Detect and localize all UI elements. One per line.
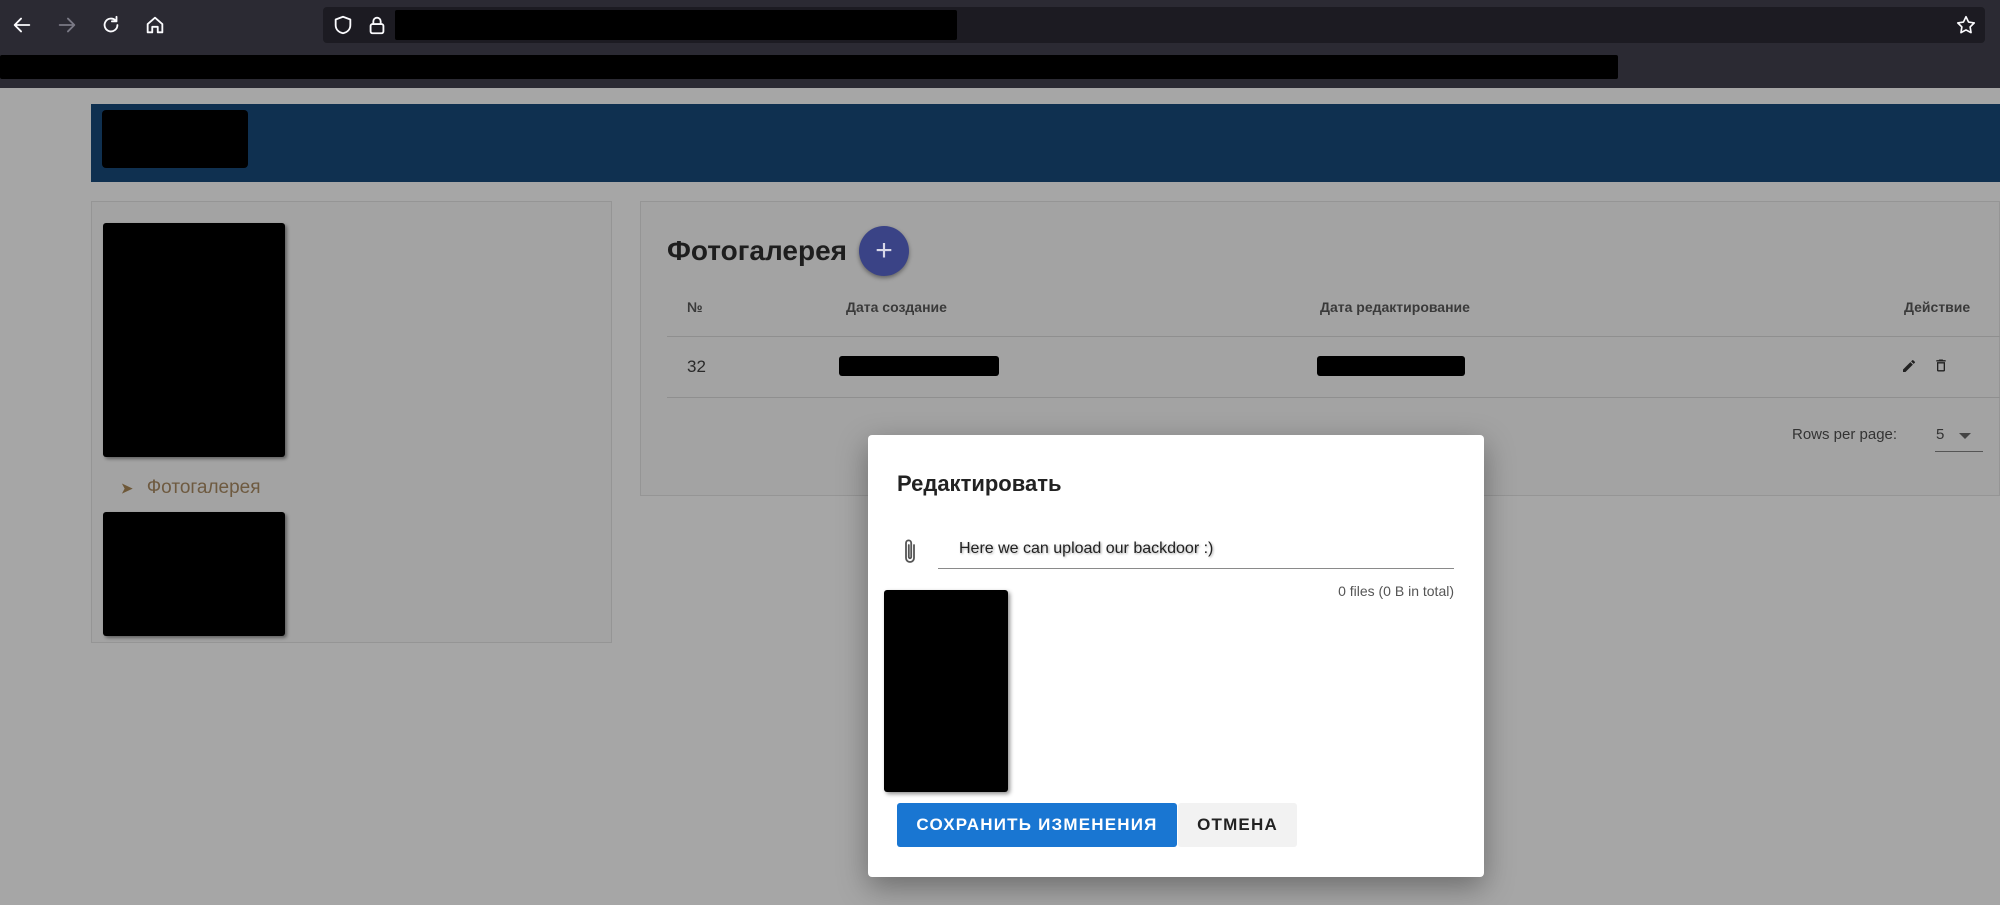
back-arrow-icon xyxy=(13,17,31,33)
logo-redaction xyxy=(102,110,248,168)
reload-icon xyxy=(103,15,119,33)
save-button[interactable]: СОХРАНИТЬ ИЗМЕНЕНИЯ xyxy=(897,803,1177,847)
add-button[interactable]: + xyxy=(859,226,909,276)
site-header xyxy=(91,104,2000,182)
reload-button[interactable] xyxy=(96,10,126,40)
home-icon xyxy=(146,16,164,34)
rows-per-page-select[interactable]: 5 xyxy=(1935,424,1983,452)
created-date-redaction xyxy=(839,356,999,376)
divider xyxy=(667,336,2000,337)
column-header-number: № xyxy=(687,299,703,315)
file-input[interactable]: Here we can upload our backdoor :) xyxy=(938,529,1454,569)
file-input-text: Here we can upload our backdoor :) xyxy=(959,540,1214,557)
rows-per-page-value: 5 xyxy=(1936,426,1945,443)
delete-icon[interactable] xyxy=(1933,357,1949,374)
forward-button[interactable] xyxy=(52,10,82,40)
sidebar-redaction xyxy=(103,223,285,457)
dropdown-arrow-icon xyxy=(1959,433,1971,439)
sidebar-redaction xyxy=(103,512,285,636)
edit-icon[interactable] xyxy=(1901,358,1917,374)
cancel-button[interactable]: ОТМЕНА xyxy=(1178,803,1297,847)
column-header-edited: Дата редактирование xyxy=(1320,299,1470,315)
sidebar: ➤ Фотогалерея xyxy=(91,201,612,643)
preview-redaction xyxy=(884,590,1008,792)
dialog-title: Редактировать xyxy=(897,471,1062,496)
star-icon[interactable] xyxy=(1955,14,1977,36)
edited-date-redaction xyxy=(1317,356,1465,376)
file-count: 0 files (0 B in total) xyxy=(1338,583,1454,599)
row-number: 32 xyxy=(687,357,706,376)
edit-dialog: Редактировать Here we can upload our bac… xyxy=(868,435,1484,877)
divider xyxy=(667,397,2000,398)
url-bar[interactable] xyxy=(323,7,1985,43)
bookmarks-bar xyxy=(0,50,2000,88)
bookmarks-redaction xyxy=(0,55,1618,79)
shield-icon xyxy=(334,15,352,35)
chevron-right-icon: ➤ xyxy=(121,479,133,496)
forward-arrow-icon xyxy=(58,17,76,33)
paperclip-icon[interactable] xyxy=(900,537,920,567)
lock-icon xyxy=(369,16,385,35)
sidebar-item-gallery[interactable]: ➤ Фотогалерея xyxy=(121,477,261,499)
column-header-action: Действие xyxy=(1904,299,1971,315)
sidebar-item-label: Фотогалерея xyxy=(146,477,261,498)
rows-per-page-label: Rows per page: xyxy=(1792,426,1898,443)
column-header-created: Дата создание xyxy=(846,299,947,315)
page-title: Фотогалерея xyxy=(667,235,847,266)
back-button[interactable] xyxy=(7,10,37,40)
home-button[interactable] xyxy=(140,10,170,40)
browser-toolbar xyxy=(0,0,2000,50)
url-redaction xyxy=(395,10,957,40)
